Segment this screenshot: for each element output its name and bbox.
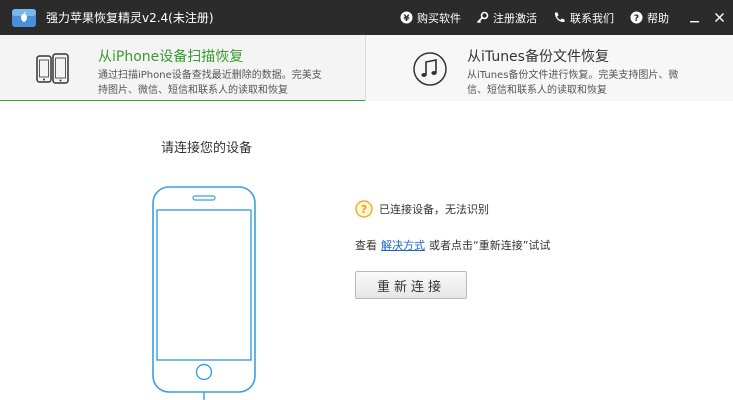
contact-label: 联系我们 <box>570 11 614 25</box>
music-note-icon <box>410 49 450 89</box>
close-icon <box>714 13 724 22</box>
svg-text:¥: ¥ <box>403 14 410 24</box>
phones-icon <box>32 49 72 89</box>
top-menu-register[interactable]: 注册激活 <box>476 0 537 35</box>
title-bar: 强力苹果恢复精灵v2.4(未注册) ¥ 购买软件 注册激活 联系我们 ? 帮助 <box>0 0 733 35</box>
phone-handset-icon <box>553 11 566 24</box>
register-label: 注册激活 <box>493 11 537 25</box>
hint-prefix: 查看 <box>355 239 377 252</box>
top-menu-help[interactable]: ? 帮助 <box>630 0 669 35</box>
hint-row: 查看 解决方式 或者点击“重新连接”试试 <box>355 237 550 253</box>
iphone-illustration <box>148 185 260 400</box>
tab-itunes-backup-title: 从iTunes备份文件恢复 <box>467 49 609 65</box>
app-logo-icon <box>11 7 37 29</box>
connection-status: ? 已连接设备，无法识别 <box>355 200 489 218</box>
tab-itunes-backup-desc: 从iTunes备份文件进行恢复。完美支持图片、微信、短信和联系人的读取和恢复 <box>467 70 679 96</box>
reconnect-button[interactable]: 重新连接 <box>355 271 467 299</box>
mode-tabs: 从iPhone设备扫描恢复 通过扫描iPhone设备查找最近删除的数据。完美支持… <box>0 35 733 102</box>
main-panel: 请连接您的设备 ? 已连接设备，无法识别 查看 解决方式 或者点击“重新连接”试试 … <box>0 101 733 400</box>
close-button[interactable] <box>708 0 730 35</box>
solution-link[interactable]: 解决方式 <box>381 239 425 252</box>
page-title: 请连接您的设备 <box>161 141 253 156</box>
minimize-button[interactable] <box>683 0 705 35</box>
buy-label: 购买软件 <box>417 11 461 25</box>
help-label: 帮助 <box>647 11 669 25</box>
help-icon: ? <box>630 11 643 24</box>
minimize-icon <box>689 21 699 23</box>
tab-scan-iphone-title: 从iPhone设备扫描恢复 <box>98 49 244 65</box>
hint-suffix: 或者点击“重新连接”试试 <box>429 239 551 252</box>
status-text: 已连接设备，无法识别 <box>379 203 489 216</box>
top-menu-contact[interactable]: 联系我们 <box>553 0 614 35</box>
tab-scan-iphone-desc: 通过扫描iPhone设备查找最近删除的数据。完美支持图片、微信、短信和联系人的读… <box>98 70 322 96</box>
tab-scan-iphone[interactable]: 从iPhone设备扫描恢复 通过扫描iPhone设备查找最近删除的数据。完美支持… <box>0 35 366 102</box>
tab-itunes-backup[interactable]: 从iTunes备份文件恢复 从iTunes备份文件进行恢复。完美支持图片、微信、… <box>366 35 733 101</box>
app-title: 强力苹果恢复精灵v2.4(未注册) <box>46 11 214 25</box>
warning-question-icon: ? <box>355 200 373 218</box>
yen-icon: ¥ <box>400 11 413 24</box>
key-icon <box>476 11 489 24</box>
svg-text:?: ? <box>634 14 639 24</box>
top-menu-buy[interactable]: ¥ 购买软件 <box>400 0 461 35</box>
svg-text:?: ? <box>361 203 367 216</box>
